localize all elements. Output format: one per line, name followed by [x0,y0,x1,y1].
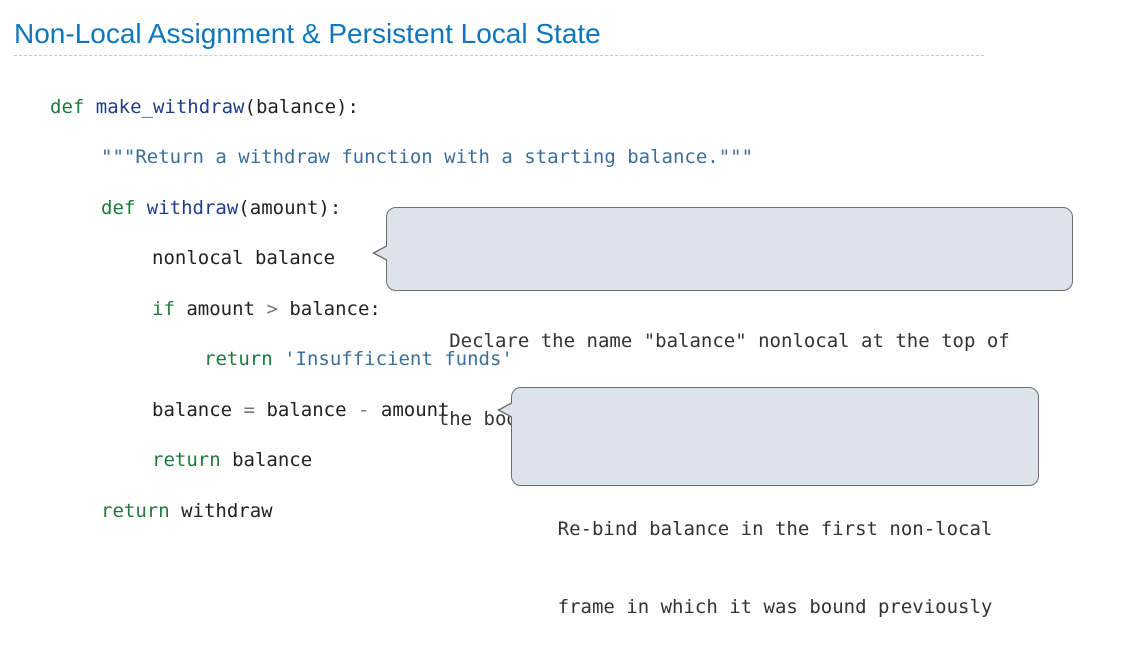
slide-title: Non-Local Assignment & Persistent Local … [14,18,601,49]
function-name: withdraw [146,197,239,219]
parameter: amount [249,197,319,219]
paren-open: ( [238,197,250,219]
callout-text-line-1: Re-bind balance in the first non-local [557,518,993,540]
keyword-return: return [204,348,273,370]
keyword-return: return [152,449,221,471]
operator-greater: > [266,298,278,320]
variable-name: balance [254,247,336,269]
return-value: balance [232,449,313,471]
title-divider [14,55,984,56]
operator-assign: = [243,399,255,421]
return-value: withdraw [181,500,273,522]
function-name: make_withdraw [95,96,245,118]
keyword-def: def [50,96,85,118]
keyword-def: def [101,197,136,219]
code-line-return-withdraw: return withdraw [101,499,273,523]
callout-nonlocal-declaration: Declare the name "balance" nonlocal at t… [372,207,1073,430]
operator-minus: - [357,399,370,421]
keyword-if: if [152,298,175,320]
paren-open: ( [244,96,256,118]
operand-right: balance: [289,298,381,320]
code-line-if: if amount > balance: [152,297,381,321]
callout-pointer-fill [500,403,513,417]
operand-left: balance [266,399,347,421]
code-line-def-withdraw: def withdraw(amount): [101,196,341,220]
callout-pointer-fill [375,246,388,260]
docstring: """Return a withdraw function with a sta… [101,146,754,168]
code-line-nonlocal: nonlocal balance [152,246,335,270]
parameter: balance [255,96,337,118]
callout-rebind-explanation: Re-bind balance in the first non-local f… [497,387,1039,618]
keyword-return: return [101,500,170,522]
paren-close: ): [336,96,359,118]
code-line-return-balance: return balance [152,448,312,472]
code-line-docstring: """Return a withdraw function with a sta… [101,145,753,169]
callout-text-line-1: Declare the name "balance" nonlocal at t… [449,330,1010,352]
keyword-nonlocal: nonlocal [152,247,244,269]
code-line-def-make-withdraw: def make_withdraw(balance): [50,95,359,119]
assign-target: balance [152,399,233,421]
callout-text-line-2: frame in which it was bound previously [557,596,993,618]
operand-left: amount [186,298,255,320]
paren-close: ): [318,197,342,219]
